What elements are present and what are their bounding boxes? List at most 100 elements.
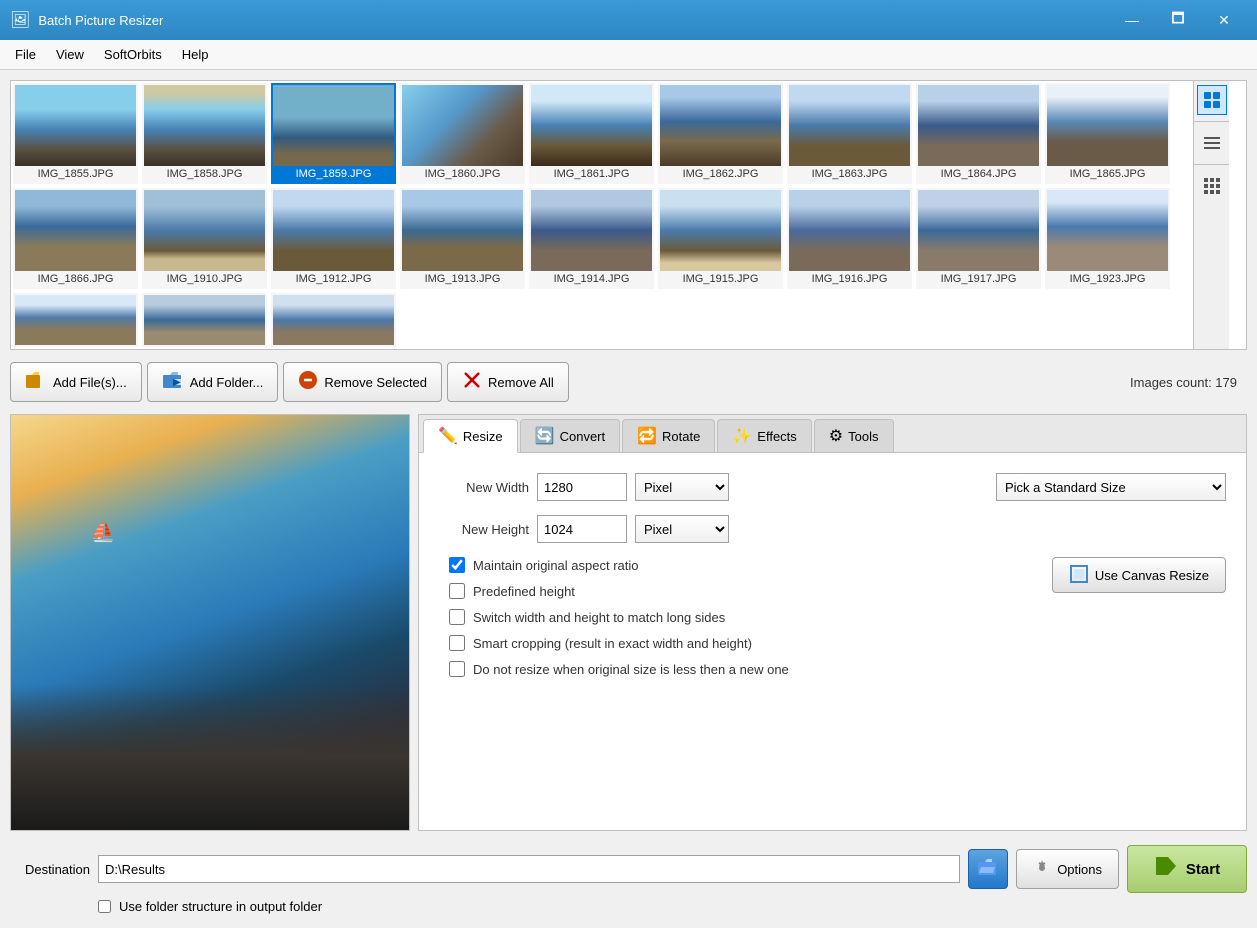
content-area: ⛵ ✏️ Resize 🔄 Convert 🔁 Rotate [10, 414, 1247, 831]
height-input[interactable] [537, 515, 627, 543]
gallery-item[interactable] [271, 293, 396, 347]
remove-selected-button[interactable]: Remove Selected [283, 362, 442, 402]
gallery-item[interactable]: IMG_1862.JPG [658, 83, 783, 184]
rocks-element [11, 685, 409, 830]
options-button[interactable]: Options [1016, 849, 1119, 889]
gallery-row-3 [11, 291, 1246, 349]
width-input[interactable] [537, 473, 627, 501]
grid-view-button[interactable] [1197, 171, 1227, 201]
start-icon [1154, 855, 1178, 883]
remove-all-button[interactable]: Remove All [447, 362, 569, 402]
switch-dimensions-checkbox[interactable] [449, 609, 465, 625]
start-label: Start [1186, 861, 1220, 878]
tab-rotate[interactable]: 🔁 Rotate [622, 419, 715, 452]
maintain-aspect-checkbox[interactable] [449, 557, 465, 573]
destination-input[interactable] [98, 855, 960, 883]
gallery-item[interactable]: IMG_1910.JPG [142, 188, 267, 289]
predefined-height-checkbox[interactable] [449, 583, 465, 599]
menu-help[interactable]: Help [172, 43, 219, 66]
list-view-button[interactable] [1197, 128, 1227, 158]
remove-selected-label: Remove Selected [324, 375, 427, 390]
gallery-item[interactable]: IMG_1860.JPG [400, 83, 525, 184]
tab-effects[interactable]: ✨ Effects [717, 419, 811, 452]
tab-tools[interactable]: ⚙ Tools [814, 419, 894, 452]
width-row: New Width Pixel Percent Centimeter Inch … [439, 473, 1226, 501]
convert-tab-label: Convert [560, 429, 606, 444]
gallery-item[interactable] [13, 293, 138, 347]
add-folder-label: Add Folder... [190, 375, 264, 390]
effects-tab-icon: ✨ [732, 426, 752, 446]
canvas-resize-button[interactable]: Use Canvas Resize [1052, 557, 1226, 593]
new-height-label: New Height [439, 522, 529, 537]
folder-structure-checkbox[interactable] [98, 900, 111, 913]
gallery-item[interactable]: IMG_1914.JPG [529, 188, 654, 289]
gallery-item[interactable]: IMG_1915.JPG [658, 188, 783, 289]
canvas-resize-area: Use Canvas Resize [1052, 557, 1226, 687]
gallery-item[interactable]: IMG_1863.JPG [787, 83, 912, 184]
folder-open-icon [977, 858, 999, 881]
right-panel [1193, 81, 1229, 349]
no-resize-checkbox[interactable] [449, 661, 465, 677]
smart-crop-label: Smart cropping (result in exact width an… [473, 636, 752, 651]
start-button[interactable]: Start [1127, 845, 1247, 893]
folder-structure-label: Use folder structure in output folder [119, 899, 322, 914]
destination-label: Destination [10, 862, 90, 877]
no-resize-row: Do not resize when original size is less… [449, 661, 1036, 677]
title-bar-controls: — 🗖 ✕ [1109, 0, 1247, 40]
gallery-item[interactable]: IMG_1858.JPG [142, 83, 267, 184]
gallery-item[interactable]: IMG_1913.JPG [400, 188, 525, 289]
menu-bar: File View SoftOrbits Help [0, 40, 1257, 70]
maximize-button[interactable]: 🗖 [1155, 0, 1201, 40]
resize-tab-content: New Width Pixel Percent Centimeter Inch … [419, 453, 1246, 830]
maintain-aspect-label: Maintain original aspect ratio [473, 558, 638, 573]
gallery-item[interactable]: IMG_1865.JPG [1045, 83, 1170, 184]
standard-size-select[interactable]: Pick a Standard Size 800x600 1024x768 12… [996, 473, 1226, 501]
toolbar: Add File(s)... ▶ Add Folder... Remove S [10, 358, 1247, 406]
thumbnail-view-button[interactable] [1197, 85, 1227, 115]
menu-view[interactable]: View [46, 43, 94, 66]
main-window: IMG_1855.JPG IMG_1858.JPG IMG_1859.JPG I… [0, 70, 1257, 928]
gallery-item[interactable]: IMG_1855.JPG [13, 83, 138, 184]
predefined-height-label: Predefined height [473, 584, 575, 599]
remove-all-icon [462, 370, 482, 395]
gallery-item[interactable]: IMG_1861.JPG [529, 83, 654, 184]
minimize-button[interactable]: — [1109, 0, 1155, 40]
gallery-item[interactable]: IMG_1917.JPG [916, 188, 1041, 289]
gallery-item[interactable]: IMG_1916.JPG [787, 188, 912, 289]
tab-resize[interactable]: ✏️ Resize [423, 419, 518, 453]
gallery-scroll: IMG_1855.JPG IMG_1858.JPG IMG_1859.JPG I… [11, 81, 1246, 349]
preview-panel: ⛵ [10, 414, 410, 831]
add-folder-button[interactable]: ▶ Add Folder... [147, 362, 279, 402]
add-files-label: Add File(s)... [53, 375, 127, 390]
settings-panel: ✏️ Resize 🔄 Convert 🔁 Rotate ✨ Effects ⚙ [418, 414, 1247, 831]
menu-softorbits[interactable]: SoftOrbits [94, 43, 172, 66]
gallery-item[interactable]: IMG_1912.JPG [271, 188, 396, 289]
smart-crop-checkbox[interactable] [449, 635, 465, 651]
width-unit-select[interactable]: Pixel Percent Centimeter Inch [635, 473, 729, 501]
add-files-button[interactable]: Add File(s)... [10, 362, 142, 402]
title-bar: 🖼 Batch Picture Resizer — 🗖 ✕ [0, 0, 1257, 40]
menu-file[interactable]: File [5, 43, 46, 66]
height-unit-select[interactable]: Pixel Percent Centimeter Inch [635, 515, 729, 543]
gallery-item-selected[interactable]: IMG_1859.JPG [271, 83, 396, 184]
destination-row: Destination [10, 845, 1247, 893]
rotate-tab-icon: 🔁 [637, 426, 657, 446]
app-title: Batch Picture Resizer [38, 13, 1109, 28]
checkboxes-column: Maintain original aspect ratio Predefine… [439, 557, 1036, 687]
view-separator [1194, 121, 1229, 122]
gallery-item[interactable]: IMG_1864.JPG [916, 83, 1041, 184]
maintain-aspect-row: Maintain original aspect ratio [449, 557, 1036, 573]
gallery-item[interactable] [142, 293, 267, 347]
gallery-item[interactable]: IMG_1923.JPG [1045, 188, 1170, 289]
browse-destination-button[interactable] [968, 849, 1008, 889]
tab-convert[interactable]: 🔄 Convert [520, 419, 620, 452]
add-folder-icon: ▶ [162, 371, 184, 394]
close-button[interactable]: ✕ [1201, 0, 1247, 40]
images-count: Images count: 179 [1130, 375, 1247, 390]
effects-tab-label: Effects [757, 429, 797, 444]
gallery-row-2: IMG_1866.JPG IMG_1910.JPG IMG_1912.JPG I… [11, 186, 1246, 291]
gallery-item[interactable]: IMG_1866.JPG [13, 188, 138, 289]
folder-structure-row: Use folder structure in output folder [98, 899, 1247, 914]
canvas-resize-label: Use Canvas Resize [1095, 568, 1209, 583]
checkboxes-and-buttons: Maintain original aspect ratio Predefine… [439, 557, 1226, 687]
